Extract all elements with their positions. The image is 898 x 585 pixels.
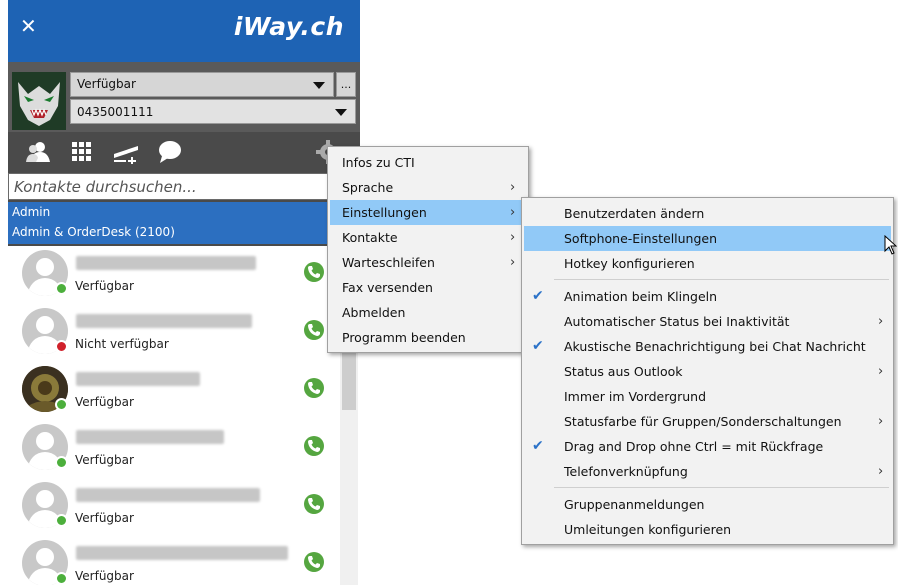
- add-line-icon[interactable]: [112, 140, 140, 165]
- phone-number-value: 0435001111: [77, 105, 154, 119]
- chevron-right-icon: ›: [878, 464, 884, 479]
- menu-divider: [554, 279, 889, 280]
- chevron-down-icon: [335, 109, 347, 116]
- contact-name-blurred: [76, 430, 224, 444]
- phone-icon[interactable]: [304, 320, 324, 340]
- menu-item-phone-link[interactable]: Telefonverknüpfung ›: [524, 459, 891, 484]
- menu-item-drag-drop[interactable]: ✔ Drag and Drop ohne Ctrl = mit Rückfrag…: [524, 434, 891, 459]
- contact-status: Verfügbar: [75, 569, 134, 583]
- menu-item-beenden[interactable]: Programm beenden: [330, 325, 526, 350]
- status-available-icon: [55, 514, 68, 527]
- list-item[interactable]: Verfügbar: [8, 536, 338, 585]
- menu-item-redirects[interactable]: Umleitungen konfigurieren: [524, 517, 891, 542]
- chat-icon[interactable]: [156, 140, 184, 164]
- list-item[interactable]: Nicht verfügbar: [8, 304, 338, 362]
- contact-search[interactable]: [8, 173, 360, 200]
- more-options-button[interactable]: ...: [336, 72, 356, 97]
- status-available-icon: [55, 398, 68, 411]
- phone-icon[interactable]: [304, 436, 324, 456]
- menu-item-warteschleifen[interactable]: Warteschleifen ›: [330, 250, 526, 275]
- presence-dropdown[interactable]: Verfügbar: [70, 72, 334, 97]
- contact-status: Verfügbar: [75, 395, 134, 409]
- phone-number-dropdown[interactable]: 0435001111: [70, 99, 356, 124]
- menu-item-kontakte[interactable]: Kontakte ›: [330, 225, 526, 250]
- list-item[interactable]: Verfügbar: [8, 362, 338, 420]
- check-icon: ✔: [532, 288, 544, 304]
- chevron-right-icon: ›: [878, 364, 884, 379]
- check-icon: ✔: [532, 338, 544, 354]
- chevron-right-icon: ›: [510, 255, 516, 270]
- group-name: Admin & OrderDesk (2100): [12, 225, 175, 239]
- menu-item-auto-status[interactable]: Automatischer Status bei Inaktivität ›: [524, 309, 891, 334]
- status-area: Verfügbar ... 0435001111: [8, 62, 360, 132]
- contact-status: Verfügbar: [75, 279, 134, 293]
- status-available-icon: [55, 456, 68, 469]
- phone-icon[interactable]: [304, 262, 324, 282]
- gear-context-menu: Infos zu CTI Sprache › Einstellungen › K…: [327, 146, 529, 353]
- toolbar: [8, 132, 360, 172]
- phone-icon[interactable]: [304, 494, 324, 514]
- contact-status: Nicht verfügbar: [75, 337, 169, 351]
- menu-item-hotkey[interactable]: Hotkey konfigurieren: [524, 251, 891, 276]
- settings-submenu: Benutzerdaten ändern Softphone-Einstellu…: [521, 197, 894, 545]
- contact-status: Verfügbar: [75, 453, 134, 467]
- phone-icon[interactable]: [304, 552, 324, 572]
- contact-name-blurred: [76, 372, 200, 386]
- chevron-right-icon: ›: [878, 314, 884, 329]
- menu-item-status-color[interactable]: Statusfarbe für Gruppen/Sonderschaltunge…: [524, 409, 891, 434]
- menu-item-always-on-top[interactable]: Immer im Vordergrund: [524, 384, 891, 409]
- contact-name-blurred: [76, 546, 288, 560]
- group-label: Admin: [12, 205, 51, 219]
- menu-item-softphone[interactable]: Softphone-Einstellungen: [524, 226, 891, 251]
- menu-item-animation[interactable]: ✔ Animation beim Klingeln: [524, 284, 891, 309]
- search-input[interactable]: [12, 174, 336, 200]
- menu-item-abmelden[interactable]: Abmelden: [330, 300, 526, 325]
- contact-list: Verfügbar Nicht verfügbar Verfügbar Verf…: [8, 246, 360, 585]
- menu-item-infos[interactable]: Infos zu CTI: [330, 150, 526, 175]
- contact-name-blurred: [76, 256, 256, 270]
- close-icon[interactable]: ✕: [20, 14, 37, 38]
- contact-status: Verfügbar: [75, 511, 134, 525]
- chevron-right-icon: ›: [510, 205, 516, 220]
- presence-value: Verfügbar: [77, 77, 136, 91]
- list-item[interactable]: Verfügbar: [8, 478, 338, 536]
- menu-item-benutzerdaten[interactable]: Benutzerdaten ändern: [524, 201, 891, 226]
- status-available-icon: [55, 572, 68, 585]
- scrollbar-thumb[interactable]: [342, 350, 356, 410]
- status-available-icon: [55, 282, 68, 295]
- contacts-icon[interactable]: [24, 140, 52, 164]
- mouse-cursor-icon: [884, 235, 897, 255]
- menu-item-fax[interactable]: Fax versenden: [330, 275, 526, 300]
- status-unavailable-icon: [55, 340, 68, 353]
- menu-divider: [554, 487, 889, 488]
- chevron-right-icon: ›: [510, 180, 516, 195]
- menu-item-einstellungen[interactable]: Einstellungen ›: [330, 200, 526, 225]
- check-icon: ✔: [532, 438, 544, 454]
- app-logo: iWay.ch: [233, 12, 344, 41]
- menu-item-outlook-status[interactable]: Status aus Outlook ›: [524, 359, 891, 384]
- user-avatar[interactable]: [12, 72, 66, 130]
- group-header[interactable]: Admin Admin & OrderDesk (2100): [8, 202, 360, 244]
- menu-item-chat-notification[interactable]: ✔ Akustische Benachrichtigung bei Chat N…: [524, 334, 891, 359]
- menu-item-group-login[interactable]: Gruppenanmeldungen: [524, 492, 891, 517]
- title-bar: ✕ iWay.ch: [8, 0, 360, 62]
- menu-item-sprache[interactable]: Sprache ›: [330, 175, 526, 200]
- app-window: ✕ iWay.ch Verfügbar ... 0435001111 Konta…: [8, 0, 360, 585]
- contact-name-blurred: [76, 488, 260, 502]
- chevron-right-icon: ›: [510, 230, 516, 245]
- list-item[interactable]: Verfügbar: [8, 420, 338, 478]
- phone-icon[interactable]: [304, 378, 324, 398]
- dialpad-icon[interactable]: [68, 140, 96, 164]
- list-item[interactable]: Verfügbar: [8, 246, 338, 304]
- contact-name-blurred: [76, 314, 252, 328]
- chevron-right-icon: ›: [878, 414, 884, 429]
- chevron-down-icon: [313, 82, 325, 89]
